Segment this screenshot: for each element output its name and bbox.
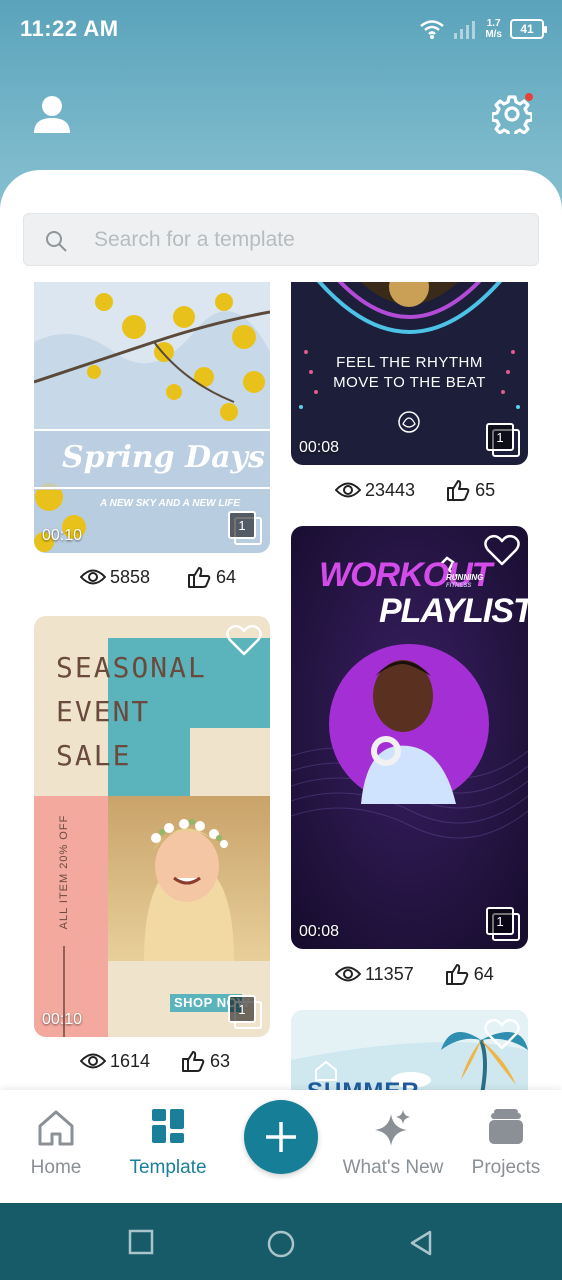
content-sheet: Search for a template Spring Days A NEW …	[0, 170, 562, 1205]
template-pages-count: 1	[228, 995, 256, 1023]
template-pages-icon: 1	[486, 907, 520, 941]
user-icon[interactable]	[32, 94, 72, 134]
nav-label-whats-new: What's New	[342, 1157, 444, 1178]
template-card-seasonal[interactable]: SEASONAL EVENT SALE ALL ITEM 20% OFF SHO…	[34, 616, 270, 1037]
title-line-2: EVENT	[56, 695, 151, 728]
title-line-1: SEASONAL	[56, 651, 207, 684]
home-circle-icon[interactable]	[266, 1229, 296, 1259]
back-icon[interactable]	[408, 1229, 436, 1257]
template-stats: 1614 63	[80, 1050, 230, 1072]
thumbs-up-icon[interactable]	[182, 1050, 206, 1072]
template-stats: 5858 64	[80, 566, 236, 588]
template-pages-icon: 1	[486, 423, 520, 457]
nav-label-projects: Projects	[471, 1157, 541, 1178]
template-pages-icon: 1	[228, 995, 262, 1029]
thumbs-up-icon[interactable]	[445, 963, 470, 985]
template-duration: 00:10	[42, 1011, 83, 1028]
battery-indicator: 41	[510, 19, 547, 39]
network-speed-value: 1.7	[486, 18, 501, 29]
battery-level: 41	[520, 22, 534, 36]
stack-icon	[489, 1109, 523, 1144]
plus-icon	[266, 1122, 296, 1152]
nav-projects[interactable]: Projects	[450, 1090, 562, 1203]
sparkle-icon	[375, 1110, 410, 1146]
template-card-spring[interactable]: Spring Days A NEW SKY AND A NEW LIFE 00:…	[34, 282, 270, 553]
template-title: FEEL THE RHYTHM	[336, 354, 483, 371]
eye-icon	[335, 966, 361, 982]
template-duration: 00:08	[299, 923, 340, 940]
signal-icon	[454, 21, 476, 39]
recents-icon[interactable]	[128, 1229, 154, 1255]
template-pages-count: 1	[486, 907, 514, 935]
status-time: 11:22 AM	[20, 16, 119, 41]
heart-icon[interactable]	[484, 534, 520, 566]
nav-label-template: Template	[129, 1157, 207, 1178]
nav-whats-new[interactable]: What's New	[337, 1090, 449, 1203]
bottom-navigation: Home Template What's New Projects	[0, 1090, 562, 1203]
eye-icon	[80, 569, 106, 585]
heart-icon[interactable]	[226, 624, 262, 656]
eye-icon	[80, 1053, 106, 1069]
template-stats: 23443 65	[335, 479, 495, 501]
views-count: 23443	[365, 479, 416, 500]
template-title-2: PLAYLIST	[379, 592, 528, 630]
template-title: SEASONAL EVENT SALE	[56, 646, 207, 778]
template-card-workout[interactable]: WORKOUT PLAYLIST RUNNING FITNESS 00:08 1	[291, 526, 528, 949]
template-pages-count: 1	[228, 511, 256, 539]
template-subtitle: A NEW SKY AND A NEW LIFE	[100, 498, 240, 509]
nav-template[interactable]: Template	[112, 1090, 224, 1203]
home-icon	[38, 1110, 74, 1146]
notification-dot	[525, 93, 533, 101]
status-icons: 1.7 M/s 41	[419, 14, 547, 44]
template-subtitle: MOVE TO THE BEAT	[333, 374, 486, 391]
template-side-text: ALL ITEM 20% OFF	[58, 814, 70, 930]
template-title: Spring Days	[62, 440, 265, 475]
template-pages-count: 1	[486, 423, 514, 451]
views-count: 1614	[110, 1050, 151, 1071]
title-line-3: SALE	[56, 739, 132, 772]
badge-line-1: RUNNING	[446, 573, 484, 582]
template-badge: RUNNING FITNESS	[446, 573, 483, 591]
network-speed: 1.7 M/s	[485, 18, 502, 40]
search-input[interactable]: Search for a template	[94, 228, 295, 252]
heart-icon[interactable]	[484, 1018, 520, 1050]
search-bar[interactable]: Search for a template	[23, 213, 539, 266]
status-bar: 11:22 AM 1.7 M/s 41	[0, 0, 562, 58]
grid-icon	[152, 1109, 184, 1143]
nav-label-home: Home	[30, 1157, 82, 1178]
views-count: 5858	[110, 566, 151, 587]
thumbs-up-icon[interactable]	[188, 566, 212, 588]
system-navigation-bar	[0, 1203, 562, 1280]
template-stats: 11357 64	[335, 963, 494, 985]
nav-home[interactable]: Home	[0, 1090, 112, 1203]
template-duration: 00:10	[42, 527, 83, 544]
wifi-icon	[420, 20, 445, 39]
template-duration: 00:08	[299, 439, 340, 456]
network-speed-unit: M/s	[485, 29, 502, 40]
search-icon	[46, 231, 67, 252]
likes-count: 64	[473, 963, 494, 984]
views-count: 11357	[365, 963, 414, 984]
likes-count: 65	[475, 479, 496, 500]
badge-line-2: FITNESS	[446, 583, 472, 589]
template-pages-icon: 1	[228, 511, 262, 545]
template-card-rhythm[interactable]: FEEL THE RHYTHM MOVE TO THE BEAT 00:08 1	[291, 282, 528, 465]
likes-count: 64	[216, 566, 237, 587]
create-button[interactable]	[244, 1100, 318, 1174]
likes-count: 63	[210, 1050, 231, 1071]
thumbs-up-icon[interactable]	[447, 479, 471, 501]
eye-icon	[335, 482, 361, 498]
